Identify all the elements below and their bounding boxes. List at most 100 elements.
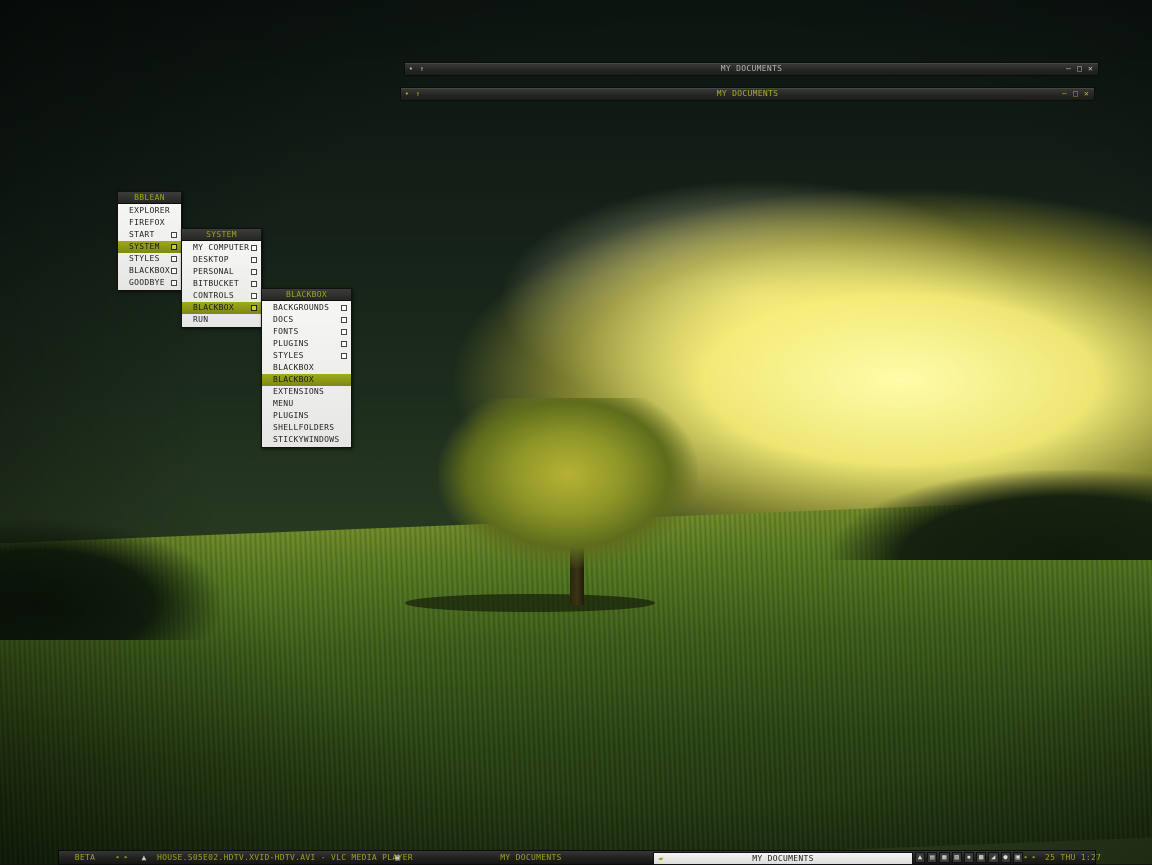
menu-item-plugins-2[interactable]: PLUGINS [262, 410, 351, 422]
menu-item-docs[interactable]: DOCS [262, 314, 351, 326]
window-title: MY DOCUMENTS [716, 89, 779, 98]
menu-item-stickywindows[interactable]: STICKYWINDOWS [262, 434, 351, 446]
taskbar: BETA ◂ ▸ ▲ HOUSE.S05E02.HDTV.XVID-HDTV.A… [58, 850, 1101, 865]
minimize-button[interactable]: – [1059, 88, 1070, 100]
window-my-documents-1-titlebar[interactable]: • ↑ MY DOCUMENTS – □ ✕ [404, 62, 1099, 76]
submenu-indicator-icon [251, 305, 257, 311]
menu-item-styles[interactable]: STYLES [118, 253, 181, 265]
taskbar-task-vlc[interactable]: HOUSE.S05E02.HDTV.XVID-HDTV.AVI - VLC ME… [157, 851, 413, 864]
tray-network-icon[interactable]: ▤ [927, 852, 938, 863]
menu-item-label: DOCS [273, 315, 294, 324]
folder-icon: ▣ [395, 853, 401, 862]
next-arrow-icon[interactable]: ▸ [1032, 853, 1037, 861]
clock[interactable]: 25 THU 1:27 [1045, 851, 1101, 864]
menu-item-blackbox-selected[interactable]: BLACKBOX [262, 374, 351, 386]
menu-title[interactable]: SYSTEM [182, 229, 261, 241]
menu-item-label: PLUGINS [273, 411, 309, 420]
close-button[interactable]: ✕ [1081, 88, 1092, 100]
menu-item-label: EXPLORER [129, 206, 170, 215]
menu-item-menu[interactable]: MENU [262, 398, 351, 410]
wallpaper-vignette [0, 0, 1152, 864]
submenu-indicator-icon [251, 293, 257, 299]
menu-item-label: BITBUCKET [193, 279, 240, 288]
menu-item-plugins[interactable]: PLUGINS [262, 338, 351, 350]
submenu-indicator-icon [171, 244, 177, 250]
menu-item-my-computer[interactable]: MY COMPUTER [182, 242, 261, 254]
tray-display-icon[interactable]: ▦ [939, 852, 950, 863]
menu-blackbox: BLACKBOX BACKGROUNDS DOCS FONTS PLUGINS … [261, 288, 352, 448]
minimize-button[interactable]: – [1063, 63, 1074, 75]
menu-item-label: PERSONAL [193, 267, 234, 276]
tray-status-icon[interactable]: ● [1000, 852, 1011, 863]
menu-item-label: START [129, 230, 155, 239]
menu-item-run[interactable]: RUN [182, 314, 261, 326]
menu-item-bitbucket[interactable]: BITBUCKET [182, 278, 261, 290]
menu-item-start[interactable]: START [118, 229, 181, 241]
tray-app-icon[interactable]: ▪ [963, 852, 975, 863]
submenu-indicator-icon [341, 305, 347, 311]
menu-item-label: GOODBYE [129, 278, 165, 287]
close-button[interactable]: ✕ [1085, 63, 1096, 75]
menu-item-blackbox[interactable]: BLACKBOX [182, 302, 261, 314]
menu-item-label: BLACKBOX [273, 375, 314, 384]
menu-item-desktop[interactable]: DESKTOP [182, 254, 261, 266]
clock-arrows: ◂ ▸ [1023, 851, 1045, 864]
menu-item-label: STICKYWINDOWS [273, 435, 340, 444]
menu-item-explorer[interactable]: EXPLORER [118, 205, 181, 217]
maximize-button[interactable]: □ [1070, 88, 1081, 100]
submenu-indicator-icon [171, 232, 177, 238]
submenu-indicator-icon [251, 245, 257, 251]
menu-item-label: RUN [193, 315, 209, 324]
menu-item-blackbox[interactable]: BLACKBOX [262, 362, 351, 374]
menu-item-label: STYLES [273, 351, 304, 360]
menu-item-controls[interactable]: CONTROLS [182, 290, 261, 302]
menu-item-shellfolders[interactable]: SHELLFOLDERS [262, 422, 351, 434]
menu-item-styles[interactable]: STYLES [262, 350, 351, 362]
workspace-label[interactable]: BETA [59, 851, 111, 864]
submenu-indicator-icon [171, 280, 177, 286]
menu-item-extensions[interactable]: EXTENSIONS [262, 386, 351, 398]
prev-arrow-icon[interactable]: ◂ [1023, 853, 1028, 861]
submenu-indicator-icon [171, 268, 177, 274]
tray-volume-icon[interactable]: ◢ [988, 852, 999, 863]
desktop-wallpaper [0, 0, 1152, 864]
menu-item-personal[interactable]: PERSONAL [182, 266, 261, 278]
menu-item-blackbox[interactable]: BLACKBOX [118, 265, 181, 277]
taskbar-task-label: MY DOCUMENTS [752, 854, 814, 863]
menu-item-label: BACKGROUNDS [273, 303, 330, 312]
folder-icon: ▰ [658, 854, 664, 863]
menu-item-label: DESKTOP [193, 255, 229, 264]
tray-user-icon[interactable]: ▲ [915, 852, 926, 863]
tray-monitor-icon[interactable]: ▧ [951, 852, 962, 863]
window-title: MY DOCUMENTS [720, 64, 783, 73]
menu-item-fonts[interactable]: FONTS [262, 326, 351, 338]
window-my-documents-2-titlebar[interactable]: • ↑ MY DOCUMENTS – □ ✕ [400, 87, 1095, 101]
next-workspace-arrow-icon[interactable]: ▸ [124, 853, 129, 861]
menu-item-label: PLUGINS [273, 339, 309, 348]
tray-window-icon[interactable]: ▩ [976, 852, 987, 863]
workspace-arrows: ◂ ▸ [115, 851, 135, 864]
submenu-indicator-icon [251, 281, 257, 287]
menu-item-system[interactable]: SYSTEM [118, 241, 181, 253]
prev-workspace-arrow-icon[interactable]: ◂ [115, 853, 120, 861]
menu-item-backgrounds[interactable]: BACKGROUNDS [262, 302, 351, 314]
maximize-button[interactable]: □ [1074, 63, 1085, 75]
menu-system: SYSTEM MY COMPUTER DESKTOP PERSONAL BITB… [181, 228, 262, 328]
menu-item-label: FIREFOX [129, 218, 165, 227]
menu-item-goodbye[interactable]: GOODBYE [118, 277, 181, 289]
menu-title[interactable]: BBLEAN [118, 192, 181, 204]
system-tray: ▲ ▤ ▦ ▧ ▪ ▩ ◢ ● ▣ [915, 851, 1023, 864]
tray-shield-icon[interactable]: ▣ [1012, 852, 1023, 863]
menu-item-label: MENU [273, 399, 294, 408]
menu-bblean: BBLEAN EXPLORER FIREFOX START SYSTEM STY… [117, 191, 182, 291]
submenu-indicator-icon [341, 329, 347, 335]
submenu-indicator-icon [341, 317, 347, 323]
menu-item-firefox[interactable]: FIREFOX [118, 217, 181, 229]
menu-title[interactable]: BLACKBOX [262, 289, 351, 301]
taskbar-task-my-documents-2-active[interactable]: ▰ MY DOCUMENTS [653, 852, 913, 865]
taskbar-task-my-documents-1[interactable]: MY DOCUMENTS [409, 851, 653, 864]
submenu-indicator-icon [251, 257, 257, 263]
vlc-icon: ▲ [141, 853, 147, 862]
menu-item-label: EXTENSIONS [273, 387, 325, 396]
menu-item-label: MY COMPUTER [193, 243, 250, 252]
